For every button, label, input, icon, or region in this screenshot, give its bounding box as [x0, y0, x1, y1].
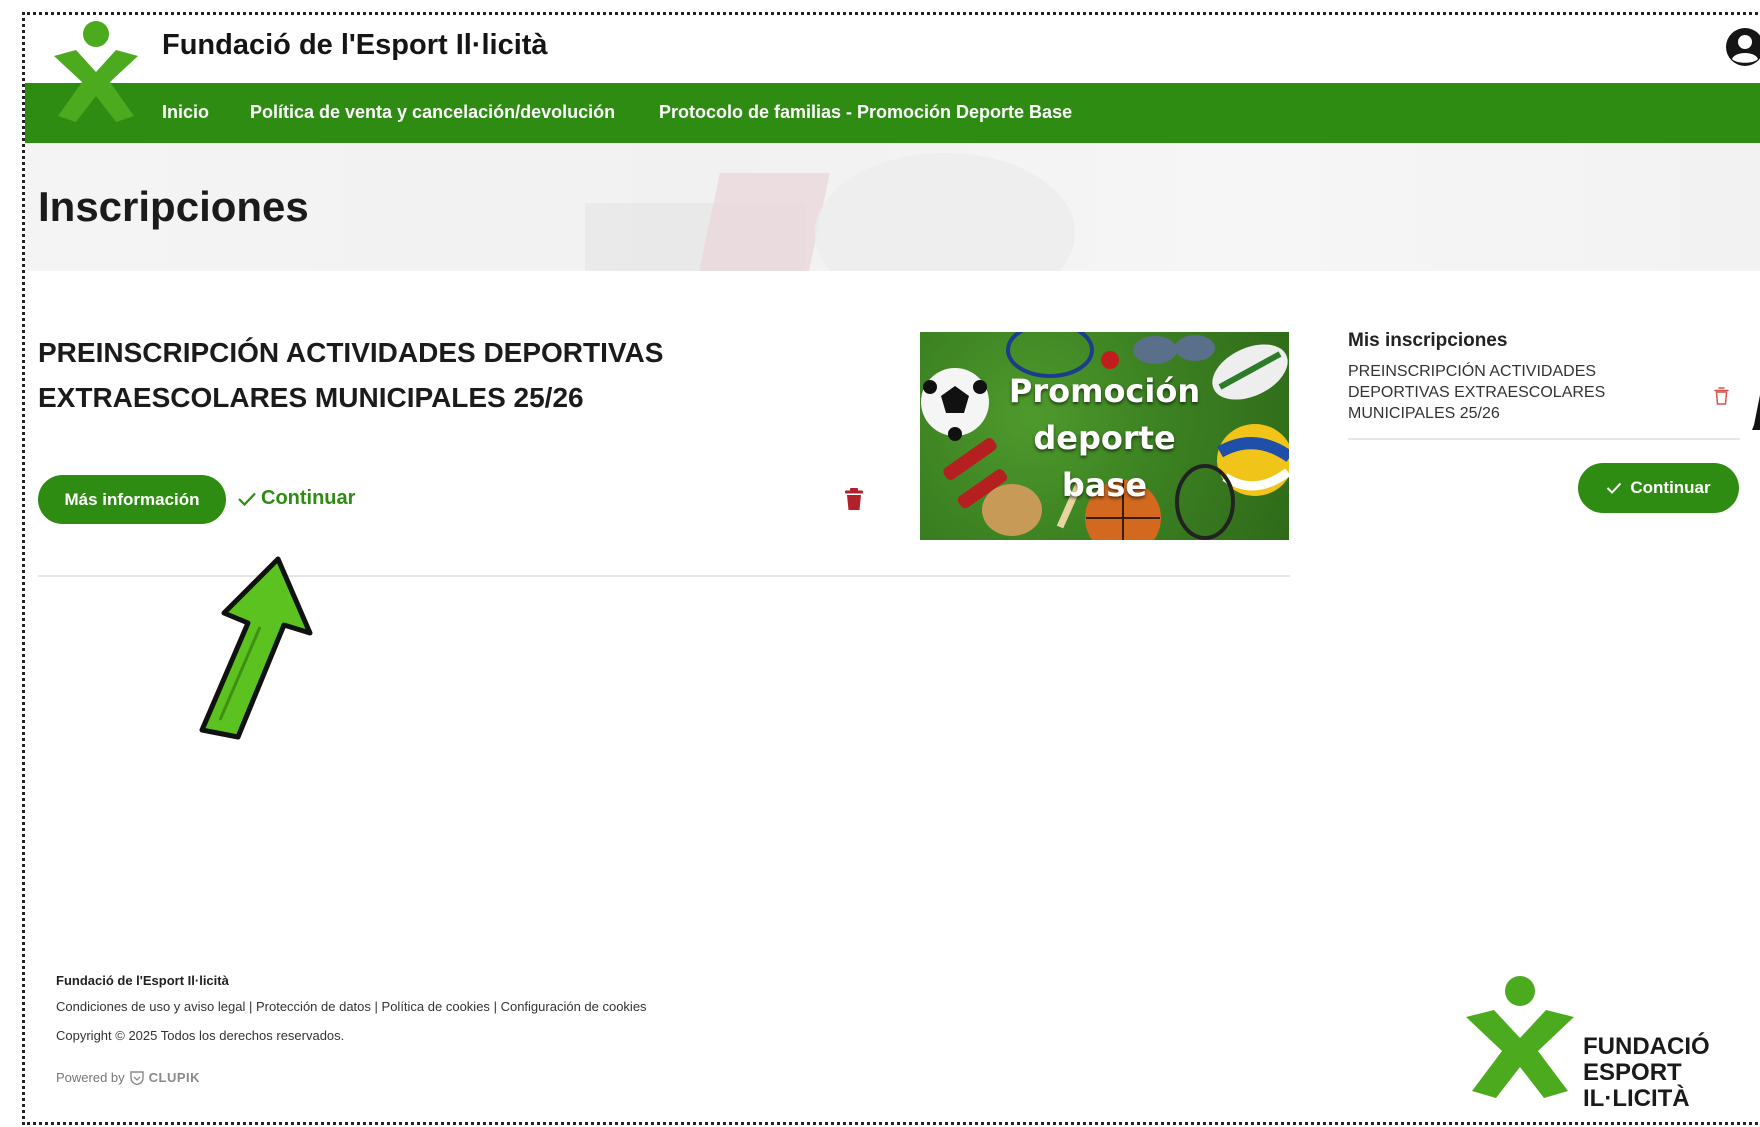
page-title: Inscripciones	[38, 183, 309, 230]
promo-text: Promoción deporte base	[920, 368, 1289, 509]
hero-banner: Inscripciones	[25, 143, 1760, 271]
my-registrations-heading: Mis inscripciones	[1348, 330, 1508, 351]
trash-icon[interactable]	[845, 488, 863, 510]
promo-image[interactable]: Promoción deporte base	[920, 332, 1289, 540]
top-bar: Fundació de l'Esport Il·licità	[25, 15, 1760, 83]
nav-item-protocolo-familias[interactable]: Protocolo de familias - Promoción Deport…	[659, 102, 1072, 123]
footer-powered-by[interactable]: Powered by CLUPIK	[56, 1070, 200, 1085]
footer-logo-text-line: ESPORT	[1583, 1059, 1682, 1086]
registration-item-line: MUNICIPALES 25/26	[1348, 405, 1500, 422]
logo-x-icon[interactable]	[50, 20, 142, 124]
hero-background-shape	[815, 153, 1075, 271]
footer-link-data-protection[interactable]: Protección de datos	[256, 999, 371, 1014]
check-icon	[238, 492, 256, 506]
arrow-up-icon	[199, 556, 313, 740]
activity-title-line: EXTRAESCOLARES MUNICIPALES 25/26	[38, 382, 584, 413]
footer-links: Condiciones de uso y aviso legal | Prote…	[56, 999, 647, 1014]
footer-logo-text-line: FUNDACIÓ	[1583, 1033, 1710, 1060]
footer-separator: |	[493, 999, 497, 1014]
footer-link-cookies-config[interactable]: Configuración de cookies	[501, 999, 647, 1014]
nav-item-inicio[interactable]: Inicio	[162, 102, 209, 123]
footer-copyright: Copyright © 2025 Todos los derechos rese…	[56, 1028, 345, 1043]
more-info-button[interactable]: Más información	[38, 475, 226, 524]
footer-logo-text-line: IL·LICITÀ	[1583, 1085, 1690, 1112]
footer-separator: |	[248, 999, 253, 1014]
footer-org-name: Fundació de l'Esport Il·licità	[56, 973, 229, 988]
footer-link-cookies-policy[interactable]: Política de cookies	[382, 999, 490, 1014]
clupik-shield-icon	[129, 1070, 144, 1085]
promo-text-line: base	[1061, 466, 1148, 504]
clupik-logo-text: CLUPIK	[148, 1070, 201, 1085]
continue-link[interactable]: Continuar	[237, 487, 355, 510]
continue-button-label: Continuar	[1630, 478, 1711, 497]
registration-item-line: PREINSCRIPCIÓN ACTIVIDADES	[1348, 363, 1597, 380]
main-nav: Inicio Política de venta y cancelación/d…	[25, 83, 1760, 143]
annotation-mark	[1752, 395, 1760, 430]
trash-outline-icon[interactable]	[1714, 387, 1729, 405]
footer-separator: |	[374, 999, 378, 1014]
sidebar-divider	[1348, 438, 1740, 440]
promo-text-line: deporte	[1033, 419, 1176, 457]
promo-text-line: Promoción	[1008, 372, 1201, 410]
registration-item[interactable]: PREINSCRIPCIÓN ACTIVIDADES DEPORTIVAS EX…	[1348, 361, 1638, 424]
powered-by-label: Powered by	[56, 1070, 125, 1085]
registration-item-line: DEPORTIVAS EXTRAESCOLARES	[1348, 384, 1606, 401]
activity-title-line: PREINSCRIPCIÓN ACTIVIDADES DEPORTIVAS	[38, 337, 664, 368]
continue-button[interactable]: Continuar	[1578, 463, 1739, 513]
hero-background-shape	[690, 173, 830, 271]
check-icon	[1607, 482, 1622, 494]
user-circle-icon[interactable]	[1725, 27, 1760, 67]
site-title[interactable]: Fundació de l'Esport Il·licità	[162, 29, 548, 62]
footer-logo-text: FUNDACIÓ ESPORT IL·LICITÀ	[1583, 1034, 1710, 1112]
activity-title: PREINSCRIPCIÓN ACTIVIDADES DEPORTIVAS EX…	[38, 330, 758, 420]
continue-link-label: Continuar	[261, 487, 356, 509]
nav-item-politica-venta[interactable]: Política de venta y cancelación/devoluci…	[250, 102, 615, 123]
footer-link-legal[interactable]: Condiciones de uso y aviso legal	[56, 999, 245, 1014]
logo-x-icon[interactable]	[1462, 975, 1578, 1100]
